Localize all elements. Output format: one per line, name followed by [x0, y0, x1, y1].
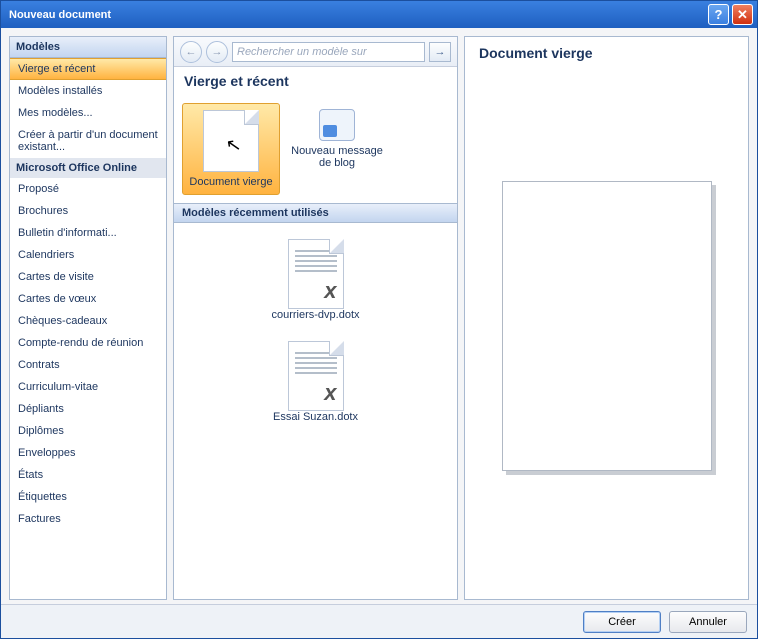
window-title: Nouveau document	[9, 9, 111, 21]
sidebar-item[interactable]: États	[10, 464, 166, 486]
dialog-body: Modèles Vierge et récent Modèles install…	[1, 28, 757, 604]
sidebar-item[interactable]: Cartes de vœux	[10, 288, 166, 310]
preview-area	[475, 61, 738, 591]
section-title: Vierge et récent	[174, 67, 457, 95]
recent-template-item[interactable]: x courriers-dvp.dotx	[180, 229, 451, 331]
sidebar-item[interactable]: Curriculum-vitae	[10, 376, 166, 398]
preview-title: Document vierge	[475, 45, 738, 61]
template-label: Document vierge	[189, 176, 272, 188]
sidebar-item[interactable]: Étiquettes	[10, 486, 166, 508]
center-toolbar: ← → Rechercher un modèle sur →	[174, 37, 457, 67]
template-label: Nouveau message de blog	[290, 145, 384, 169]
dialog-footer: Créer Annuler	[1, 604, 757, 638]
blog-post-icon	[319, 109, 355, 141]
sidebar-subheader-online: Microsoft Office Online	[10, 158, 166, 178]
sidebar-item[interactable]: Proposé	[10, 178, 166, 200]
template-blank-document[interactable]: ↖ Document vierge	[182, 103, 280, 195]
sidebar-item[interactable]: Compte-rendu de réunion	[10, 332, 166, 354]
preview-panel: Document vierge	[464, 36, 749, 600]
sidebar-item[interactable]: Calendriers	[10, 244, 166, 266]
sidebar-item-blank-recent[interactable]: Vierge et récent	[10, 58, 166, 80]
cursor-icon: ↖	[224, 134, 243, 157]
window-controls: ? ✕	[708, 4, 753, 25]
nav-back-button[interactable]: ←	[180, 41, 202, 63]
recent-template-label: courriers-dvp.dotx	[271, 309, 359, 321]
sidebar-header: Modèles	[10, 37, 166, 58]
sidebar-item-installed[interactable]: Modèles installés	[10, 80, 166, 102]
templates-row: ↖ Document vierge Nouveau message de blo…	[174, 95, 457, 203]
sidebar-item-from-existing[interactable]: Créer à partir d'un document existant...	[10, 124, 166, 158]
recent-templates-list: x courriers-dvp.dotx x Essai Suzan.dotx	[174, 223, 457, 599]
help-button[interactable]: ?	[708, 4, 729, 25]
blank-document-icon: ↖	[203, 110, 259, 172]
sidebar-item[interactable]: Contrats	[10, 354, 166, 376]
cancel-button[interactable]: Annuler	[669, 611, 747, 633]
search-go-button[interactable]: →	[429, 42, 451, 62]
titlebar: Nouveau document ? ✕	[1, 1, 757, 28]
create-button[interactable]: Créer	[583, 611, 661, 633]
close-button[interactable]: ✕	[732, 4, 753, 25]
recent-templates-header: Modèles récemment utilisés	[174, 203, 457, 223]
sidebar-item[interactable]: Dépliants	[10, 398, 166, 420]
sidebar-item[interactable]: Brochures	[10, 200, 166, 222]
sidebar-item[interactable]: Enveloppes	[10, 442, 166, 464]
templates-center: ← → Rechercher un modèle sur → Vierge et…	[173, 36, 458, 600]
recent-template-item[interactable]: x Essai Suzan.dotx	[180, 331, 451, 433]
nav-forward-button[interactable]: →	[206, 41, 228, 63]
sidebar-item[interactable]: Cartes de visite	[10, 266, 166, 288]
new-document-dialog: Nouveau document ? ✕ Modèles Vierge et r…	[0, 0, 758, 639]
sidebar-item[interactable]: Bulletin d'informati...	[10, 222, 166, 244]
sidebar-item[interactable]: Chèques-cadeaux	[10, 310, 166, 332]
sidebar-item-my-templates[interactable]: Mes modèles...	[10, 102, 166, 124]
arrow-right-icon: →	[435, 46, 446, 58]
arrow-right-icon: →	[212, 46, 223, 58]
dotx-file-icon: x	[288, 239, 344, 309]
blank-page-preview	[502, 181, 712, 471]
dotx-file-icon: x	[288, 341, 344, 411]
arrow-left-icon: ←	[186, 46, 197, 58]
sidebar-item[interactable]: Factures	[10, 508, 166, 530]
recent-template-label: Essai Suzan.dotx	[273, 411, 358, 423]
sidebar-item[interactable]: Diplômes	[10, 420, 166, 442]
search-input[interactable]: Rechercher un modèle sur	[232, 42, 425, 62]
templates-sidebar[interactable]: Modèles Vierge et récent Modèles install…	[9, 36, 167, 600]
template-blog-post[interactable]: Nouveau message de blog	[288, 103, 386, 195]
